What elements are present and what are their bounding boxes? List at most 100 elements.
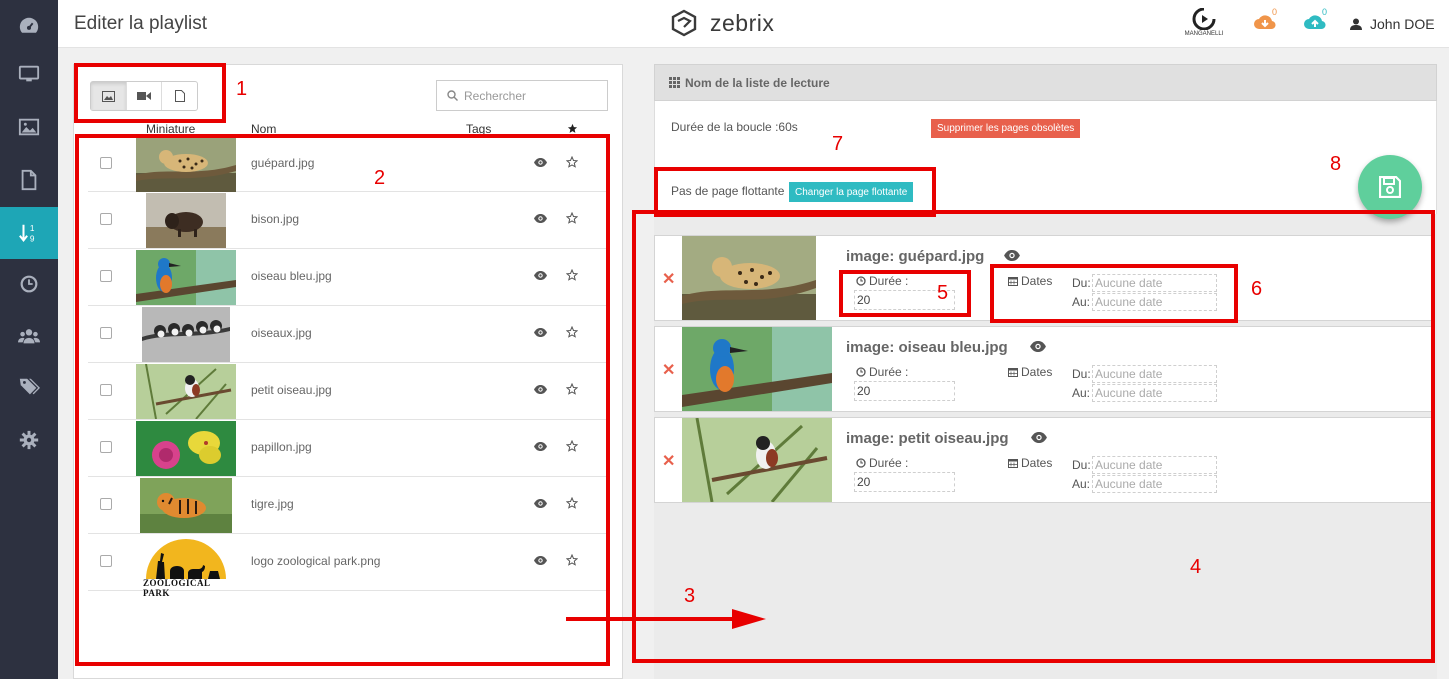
date-from-label: Du: [1072, 276, 1091, 290]
search-input[interactable] [464, 88, 594, 103]
eye-icon[interactable] [1030, 341, 1046, 352]
gear-icon [19, 430, 39, 450]
save-button[interactable] [1358, 155, 1422, 219]
sidebar-item-playlists[interactable]: 19 [0, 207, 58, 259]
zebrix-logo-icon [671, 9, 697, 37]
filter-images-button[interactable] [91, 82, 127, 110]
file-name: petit oiseau.jpg [251, 383, 332, 397]
sidebar-item-settings[interactable] [0, 414, 58, 466]
sidebar-item-tags[interactable] [0, 361, 58, 413]
star-icon[interactable] [566, 554, 578, 566]
date-to-input[interactable]: Aucune date [1092, 384, 1217, 402]
sidebar-item-images[interactable] [0, 101, 58, 153]
sidebar-item-users[interactable] [0, 310, 58, 362]
eye-icon[interactable] [534, 499, 547, 508]
star-icon[interactable] [566, 212, 578, 224]
logo-text: zebrix [710, 9, 775, 36]
users-icon [18, 329, 40, 344]
eye-icon[interactable] [1031, 432, 1047, 443]
filter-videos-button[interactable] [127, 82, 163, 110]
duration-input[interactable]: 20 [854, 472, 955, 492]
playlist-name[interactable]: Nom de la liste de lecture [685, 76, 830, 90]
select-checkbox[interactable] [100, 441, 112, 453]
date-from-label: Du: [1072, 367, 1091, 381]
date-from-input[interactable]: Aucune date [1092, 365, 1217, 383]
filter-pages-button[interactable] [162, 82, 197, 110]
list-item[interactable]: tigre.jpg [88, 477, 610, 534]
select-checkbox[interactable] [100, 157, 112, 169]
eye-icon[interactable] [534, 271, 547, 280]
brand-logo: MANGANELLI [1184, 7, 1224, 40]
list-item[interactable]: guépard.jpg [88, 135, 610, 192]
playlist-item[interactable]: ✕ image: guépard.jpg Durée : 20 Dates Du… [654, 235, 1435, 321]
eye-icon[interactable] [534, 442, 547, 451]
eye-icon[interactable] [534, 214, 547, 223]
star-icon[interactable] [566, 269, 578, 281]
floating-page-label: Pas de page flottante [671, 184, 785, 198]
thumbnail-kingfisher [682, 327, 832, 411]
select-checkbox[interactable] [100, 327, 112, 339]
dates-label: Dates [1008, 365, 1052, 379]
star-icon[interactable] [566, 326, 578, 338]
list-item[interactable]: papillon.jpg [88, 420, 610, 477]
list-item[interactable]: petit oiseau.jpg [88, 363, 610, 420]
file-name: oiseaux.jpg [251, 326, 312, 340]
date-to-input[interactable]: Aucune date [1092, 293, 1217, 311]
col-thumbnail: Miniature [146, 122, 196, 136]
select-checkbox[interactable] [100, 270, 112, 282]
date-from-input[interactable]: Aucune date [1092, 274, 1217, 292]
col-tags: Tags [466, 122, 492, 136]
user-menu[interactable]: John DOE [1350, 16, 1435, 32]
clock-icon [856, 458, 866, 468]
file-name: oiseau bleu.jpg [251, 269, 332, 283]
duration-input[interactable]: 20 [854, 290, 955, 310]
sidebar-item-schedule[interactable] [0, 258, 58, 310]
select-checkbox[interactable] [100, 213, 112, 225]
select-checkbox[interactable] [100, 384, 112, 396]
select-checkbox[interactable] [100, 498, 112, 510]
eye-icon[interactable] [534, 158, 547, 167]
date-to-label: Au: [1072, 477, 1091, 491]
sidebar-item-screens[interactable] [0, 48, 58, 100]
list-item[interactable]: ZOOLOGICAL PARK logo zoological park.png [88, 534, 610, 598]
thumbnail-zoo-logo: ZOOLOGICAL PARK [136, 535, 236, 598]
thumbnail-small-bird [682, 417, 832, 503]
list-item[interactable]: bison.jpg [88, 192, 610, 249]
duration-label: Durée : [856, 365, 908, 379]
date-from-label: Du: [1072, 458, 1091, 472]
star-icon[interactable] [566, 156, 578, 168]
app-logo[interactable]: zebrix [670, 9, 774, 37]
eye-icon[interactable] [1004, 250, 1020, 261]
list-item[interactable]: oiseau bleu.jpg [88, 249, 610, 306]
eye-icon[interactable] [534, 328, 547, 337]
playlist-item[interactable]: ✕ image: petit oiseau.jpg Durée : 20 Dat… [654, 417, 1435, 503]
star-icon[interactable] [566, 497, 578, 509]
user-icon [1350, 18, 1362, 30]
playlist-item-title: image: guépard.jpg [846, 248, 985, 265]
star-filled-icon[interactable] [567, 123, 578, 134]
list-item[interactable]: oiseaux.jpg [88, 306, 610, 363]
delete-obsolete-button[interactable]: Supprimer les pages obsolètes [931, 119, 1081, 138]
dates-label: Dates [1008, 274, 1052, 288]
eye-icon[interactable] [534, 385, 547, 394]
top-header: Editer la playlist zebrix MANGANELLI 0 0… [58, 0, 1449, 48]
duration-label-text: Durée : [869, 365, 909, 379]
search-icon [447, 90, 458, 101]
select-checkbox[interactable] [100, 555, 112, 567]
remove-icon[interactable]: ✕ [662, 451, 675, 471]
date-to-input[interactable]: Aucune date [1092, 475, 1217, 493]
remove-icon[interactable]: ✕ [662, 269, 675, 289]
eye-icon[interactable] [534, 556, 547, 565]
change-floating-page-button[interactable]: Changer la page flottante [789, 182, 914, 202]
sidebar-item-dashboard[interactable] [0, 0, 58, 52]
duration-input[interactable]: 20 [854, 381, 955, 401]
playlist-item[interactable]: ✕ image: oiseau bleu.jpg Durée : 20 Date… [654, 326, 1435, 412]
image-icon [101, 90, 115, 102]
star-icon[interactable] [566, 440, 578, 452]
remove-icon[interactable]: ✕ [662, 360, 675, 380]
date-from-input[interactable]: Aucune date [1092, 456, 1217, 474]
sidebar-item-pages[interactable] [0, 154, 58, 206]
calendar-icon [1008, 368, 1018, 377]
star-icon[interactable] [566, 383, 578, 395]
svg-text:9: 9 [30, 234, 35, 243]
